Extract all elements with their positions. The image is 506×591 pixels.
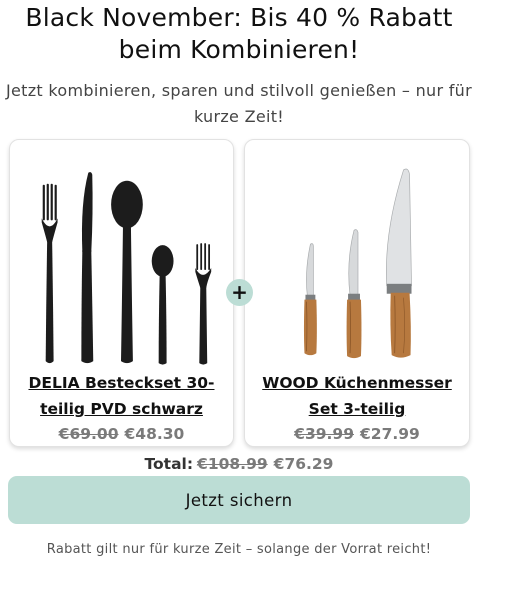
new-price: €48.30: [124, 425, 185, 443]
total-old-price: €108.99: [197, 455, 268, 473]
cake-fork-icon: [195, 243, 212, 365]
secure-deal-button[interactable]: Jetzt sichern: [8, 476, 470, 524]
teaspoon-icon: [151, 245, 174, 365]
total-new-price: €76.29: [273, 455, 334, 473]
product-card-knives[interactable]: WOOD Küchenmesser Set 3-teilig €39.99 €27…: [244, 139, 470, 447]
spoon-icon: [111, 180, 143, 364]
product-name-link[interactable]: WOOD Küchenmesser Set 3-teilig: [249, 370, 465, 422]
paring-knife-icon: [303, 243, 317, 356]
old-price: €39.99: [294, 425, 354, 443]
disclaimer-text: Rabatt gilt nur für kurze Zeit – solange…: [46, 542, 432, 557]
bundle-offer: Black November: Bis 40 % Rabatt beim Kom…: [0, 0, 506, 591]
bundle-total: Total: €108.99 €76.29: [0, 454, 478, 474]
knife-icon: [81, 172, 94, 364]
product-prices: €39.99 €27.99: [245, 424, 469, 444]
subline: Jetzt kombinieren, sparen und stilvoll g…: [6, 81, 472, 126]
chef-knife-icon: [386, 168, 412, 358]
fork-icon: [41, 183, 58, 364]
product-card-cutlery[interactable]: DELIA Besteckset 30-teilig PVD schwarz €…: [9, 139, 234, 447]
product-name-link[interactable]: DELIA Besteckset 30-teilig PVD schwarz: [14, 370, 229, 422]
knife-set-image[interactable]: [245, 152, 469, 374]
cutlery-set-image[interactable]: [10, 152, 233, 374]
new-price: €27.99: [360, 425, 420, 443]
total-label: Total:: [144, 455, 194, 473]
headline: Black November: Bis 40 % Rabatt beim Kom…: [25, 3, 453, 64]
plus-icon: +: [226, 279, 253, 306]
old-price: €69.00: [58, 425, 119, 443]
utility-knife-icon: [346, 229, 362, 359]
product-prices: €69.00 €48.30: [10, 424, 233, 444]
